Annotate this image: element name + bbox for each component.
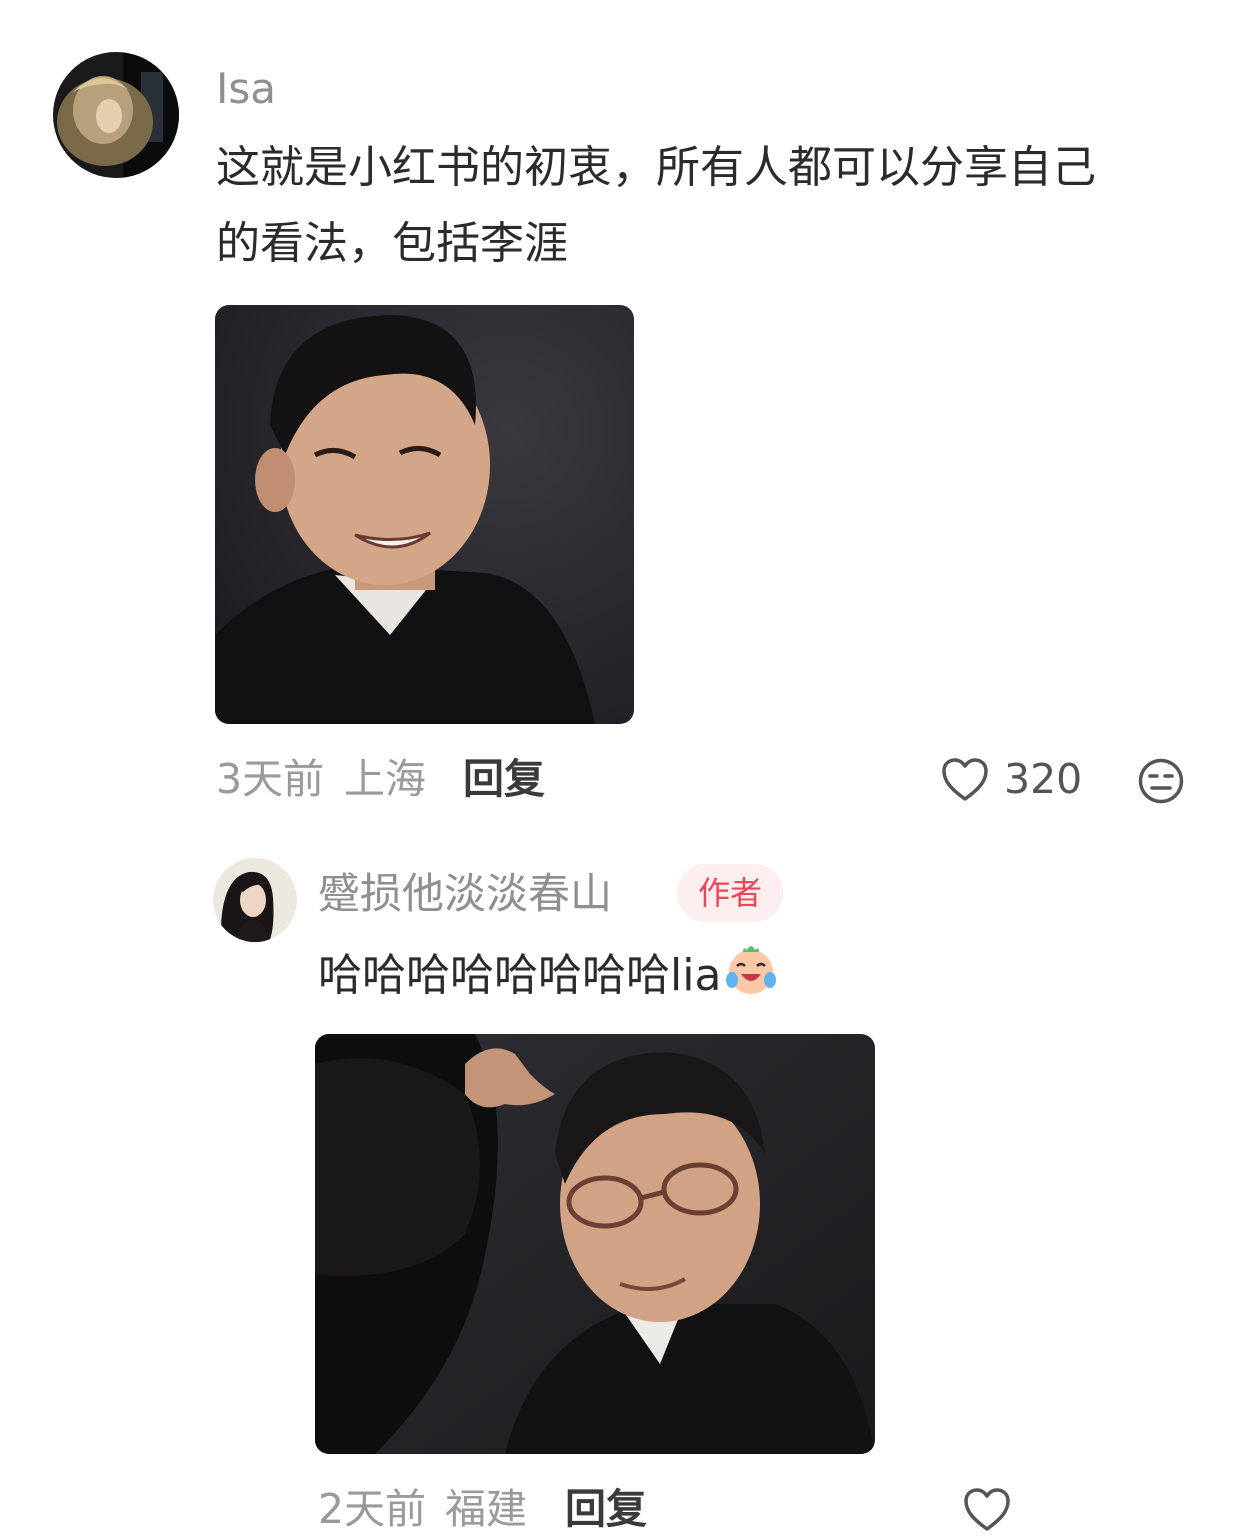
heart-outline-icon[interactable] [941, 757, 989, 803]
avatar[interactable] [213, 858, 297, 942]
reply-button[interactable]: 回复 [565, 1489, 647, 1530]
comment-location: 上海 [344, 755, 426, 803]
avatar-image [213, 858, 297, 942]
smiling-man-photo [215, 305, 634, 724]
avatar[interactable] [53, 52, 179, 178]
laughing-crying-face-icon [723, 942, 779, 1020]
comment-location: 福建 [445, 1485, 527, 1533]
man-with-glasses-photo [315, 1034, 875, 1454]
comment-text-line: 的看法，包括李涯 [216, 218, 568, 269]
like-count: 320 [1004, 755, 1083, 803]
reply-button[interactable]: 回复 [463, 759, 545, 800]
comment-time: 2天前 [318, 1485, 427, 1533]
comment-image[interactable] [315, 1034, 875, 1454]
avatar-image [53, 52, 179, 178]
heart-outline-icon[interactable] [963, 1487, 1011, 1533]
comment-time: 3天前 [216, 755, 325, 803]
author-badge: 作者 [677, 864, 784, 922]
comment-text: 哈哈哈哈哈哈哈哈lia [318, 938, 779, 1020]
comment-text-line: 这就是小红书的初衷，所有人都可以分享自己 [216, 142, 1096, 193]
comment-image[interactable] [215, 305, 634, 724]
comment-text: 这就是小红书的初衷，所有人都可以分享自己 的看法，包括李涯 [216, 130, 1216, 282]
meh-face-icon[interactable] [1137, 757, 1185, 805]
comment-username[interactable]: 蹙损他淡淡春山 [318, 873, 612, 915]
comment-username[interactable]: Isa [216, 68, 276, 110]
comment-text-content: 哈哈哈哈哈哈哈哈lia [318, 950, 722, 1001]
